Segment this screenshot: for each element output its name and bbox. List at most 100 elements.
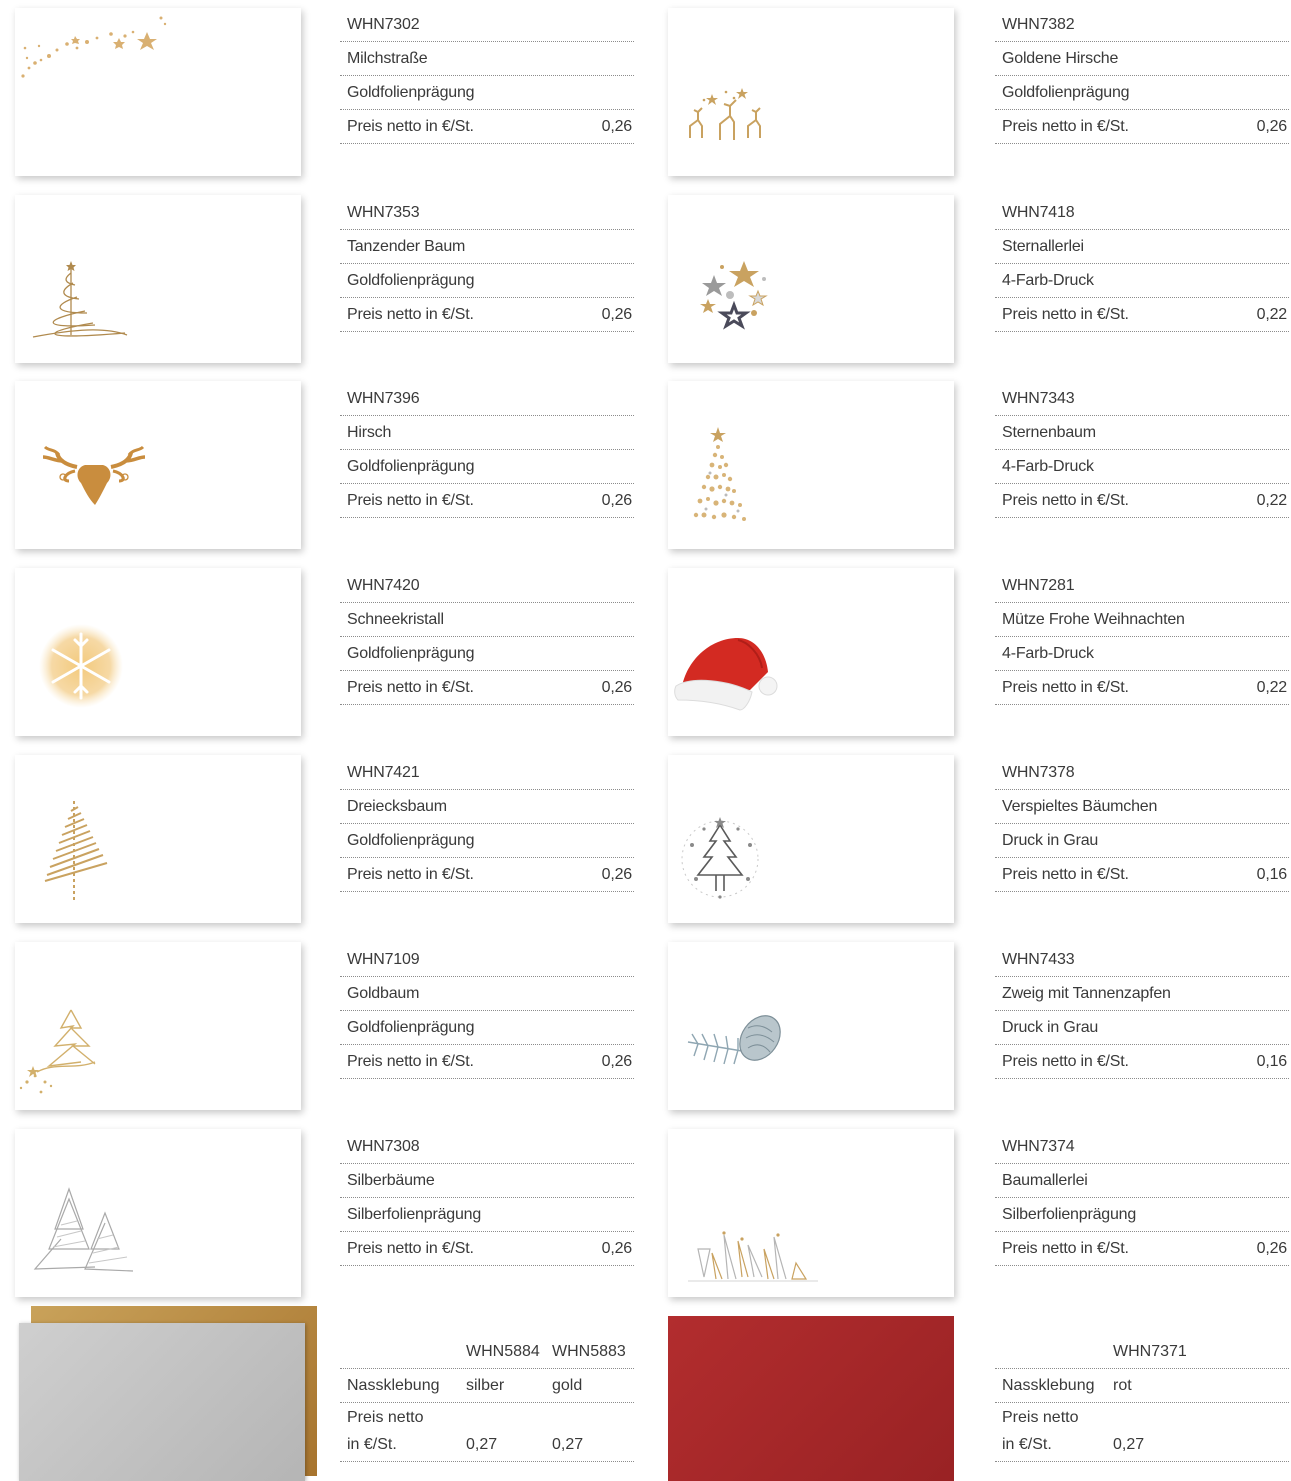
product-name: Sternenbaum [995, 416, 1289, 450]
product-name: Verspieltes Bäumchen [995, 790, 1289, 824]
price-value: 0,26 [601, 492, 633, 509]
product-code: WHN7374 [995, 1130, 1289, 1164]
product-finish: Silberfolienprägung [995, 1198, 1289, 1232]
product-name: Zweig mit Tannenzapfen [995, 977, 1289, 1011]
product-finish: Silberfolienprägung [340, 1198, 634, 1232]
price-table-WHN7371: WHN7371 Nassklebung rot Preis netto in €… [995, 1335, 1289, 1462]
price-label: Preis netto in €/St. [1002, 1240, 1129, 1257]
price-value: 0,26 [601, 679, 633, 696]
product-info-WHN7308: WHN7308 Silberbäume Silberfolienprägung … [340, 1130, 634, 1266]
envelope-card-WHN7109[interactable] [15, 942, 301, 1110]
product-name: Goldene Hirsche [995, 42, 1289, 76]
price-value: 0,16 [1256, 866, 1288, 883]
shooting-star-icon [21, 16, 167, 78]
price-value: 0,26 [601, 306, 633, 323]
price-silver: 0,27 [466, 1436, 498, 1453]
playful-tree-icon [681, 817, 759, 899]
envelope-card-WHN7382[interactable] [668, 8, 954, 176]
product-info-WHN7382: WHN7382 Goldene Hirsche Goldfolienprägun… [995, 8, 1289, 144]
star-cluster-icon [700, 261, 768, 330]
seal-label: Nassklebung [1002, 1377, 1095, 1394]
product-finish: 4-Farb-Druck [995, 264, 1289, 298]
price-row: Preis netto in €/St. 0,22 [995, 298, 1289, 332]
envelope-card-WHN7302[interactable] [15, 8, 301, 176]
price-label: Preis netto in €/St. [1002, 306, 1129, 323]
price-row: Preis netto in €/St. 0,16 [995, 1045, 1289, 1079]
pine-cone-icon [687, 1015, 781, 1065]
color-gold: gold [552, 1377, 583, 1394]
product-code: WHN7382 [995, 8, 1289, 42]
price-row: Preis netto in €/St. 0,26 [340, 484, 634, 518]
product-name: Goldbaum [340, 977, 634, 1011]
price-row: Preis netto in €/St. 0,26 [995, 1232, 1289, 1266]
envelope-card-WHN7343[interactable] [668, 381, 954, 549]
price-label: Preis netto in €/St. [347, 1240, 474, 1257]
envelope-card-WHN7308[interactable] [15, 1129, 301, 1297]
envelope-card-WHN7418[interactable] [668, 195, 954, 363]
product-finish: Druck in Grau [995, 824, 1289, 858]
code-silver: WHN5884 [466, 1343, 540, 1360]
product-name: Hirsch [340, 416, 634, 450]
envelope-card-WHN7433[interactable] [668, 942, 954, 1110]
product-finish: Goldfolienprägung [340, 76, 634, 110]
envelope-card-WHN7374[interactable] [668, 1129, 954, 1297]
envelope-card-WHN7378[interactable] [668, 755, 954, 923]
price-row: Preis netto in €/St. 0,22 [995, 671, 1289, 705]
price-value: 0,26 [601, 1053, 633, 1070]
envelope-swatch-red[interactable] [668, 1316, 954, 1481]
product-code: WHN7378 [995, 756, 1289, 790]
product-name: Mütze Frohe Weihnachten [995, 603, 1289, 637]
silver-trees-icon [33, 1187, 134, 1272]
product-info-WHN7378: WHN7378 Verspieltes Bäumchen Druck in Gr… [995, 756, 1289, 892]
product-finish: Druck in Grau [995, 1011, 1289, 1045]
product-name: Dreiecksbaum [340, 790, 634, 824]
price-value: 0,26 [601, 118, 633, 135]
price-row: Preis netto in €/St. 0,26 [340, 1232, 634, 1266]
price-row: Preis netto in €/St. 0,26 [340, 298, 634, 332]
product-info-WHN7302: WHN7302 Milchstraße Goldfolienprägung Pr… [340, 8, 634, 144]
product-code: WHN7353 [340, 196, 634, 230]
product-code: WHN7433 [995, 943, 1289, 977]
product-code: WHN7396 [340, 382, 634, 416]
envelope-card-WHN7396[interactable] [15, 381, 301, 549]
color-red: rot [1113, 1377, 1132, 1394]
swirl-tree-icon [32, 261, 128, 338]
envelope-card-WHN7421[interactable] [15, 755, 301, 923]
price-row: Preis netto in €/St. 0,22 [995, 484, 1289, 518]
product-finish: Goldfolienprägung [340, 264, 634, 298]
envelope-card-WHN7353[interactable] [15, 195, 301, 363]
envelope-card-WHN7420[interactable] [15, 568, 301, 736]
product-code: WHN7281 [995, 569, 1289, 603]
deer-head-icon [42, 445, 146, 505]
price-row: Preis netto in €/St. 0,26 [995, 110, 1289, 144]
product-finish: Goldfolienprägung [340, 450, 634, 484]
price-label: Preis netto in €/St. [1002, 866, 1129, 883]
price-label: Preis netto in €/St. [347, 118, 474, 135]
star-tree-icon [693, 427, 746, 521]
price-row: Preis netto in €/St. 0,26 [340, 858, 634, 892]
product-name: Sternallerlei [995, 230, 1289, 264]
seal-label: Nassklebung [347, 1377, 440, 1394]
product-info-WHN7396: WHN7396 Hirsch Goldfolienprägung Preis n… [340, 382, 634, 518]
code-gold: WHN5883 [552, 1343, 626, 1360]
price-label-line2: in €/St. [347, 1436, 397, 1453]
product-code: WHN7421 [340, 756, 634, 790]
envelope-card-WHN7281[interactable] [668, 568, 954, 736]
product-name: Schneekristall [340, 603, 634, 637]
price-value: 0,22 [1256, 306, 1288, 323]
product-info-WHN7353: WHN7353 Tanzender Baum Goldfolienprägung… [340, 196, 634, 332]
price-gold: 0,27 [552, 1436, 584, 1453]
product-name: Silberbäume [340, 1164, 634, 1198]
product-code: WHN7302 [340, 8, 634, 42]
product-name: Baumallerlei [995, 1164, 1289, 1198]
product-info-WHN7109: WHN7109 Goldbaum Goldfolienprägung Preis… [340, 943, 634, 1079]
code-red: WHN7371 [1113, 1343, 1187, 1360]
product-info-WHN7374: WHN7374 Baumallerlei Silberfolienprägung… [995, 1130, 1289, 1266]
price-table-WHN5884-WHN5883: WHN5884 WHN5883 Nassklebung silber gold … [340, 1335, 634, 1462]
product-finish: 4-Farb-Druck [995, 637, 1289, 671]
price-red: 0,27 [1113, 1436, 1145, 1453]
triangle-tree-icon [44, 801, 108, 903]
gold-tree-icon [19, 1009, 96, 1094]
envelope-swatch-silver[interactable] [19, 1323, 305, 1481]
product-info-WHN7421: WHN7421 Dreiecksbaum Goldfolienprägung P… [340, 756, 634, 892]
